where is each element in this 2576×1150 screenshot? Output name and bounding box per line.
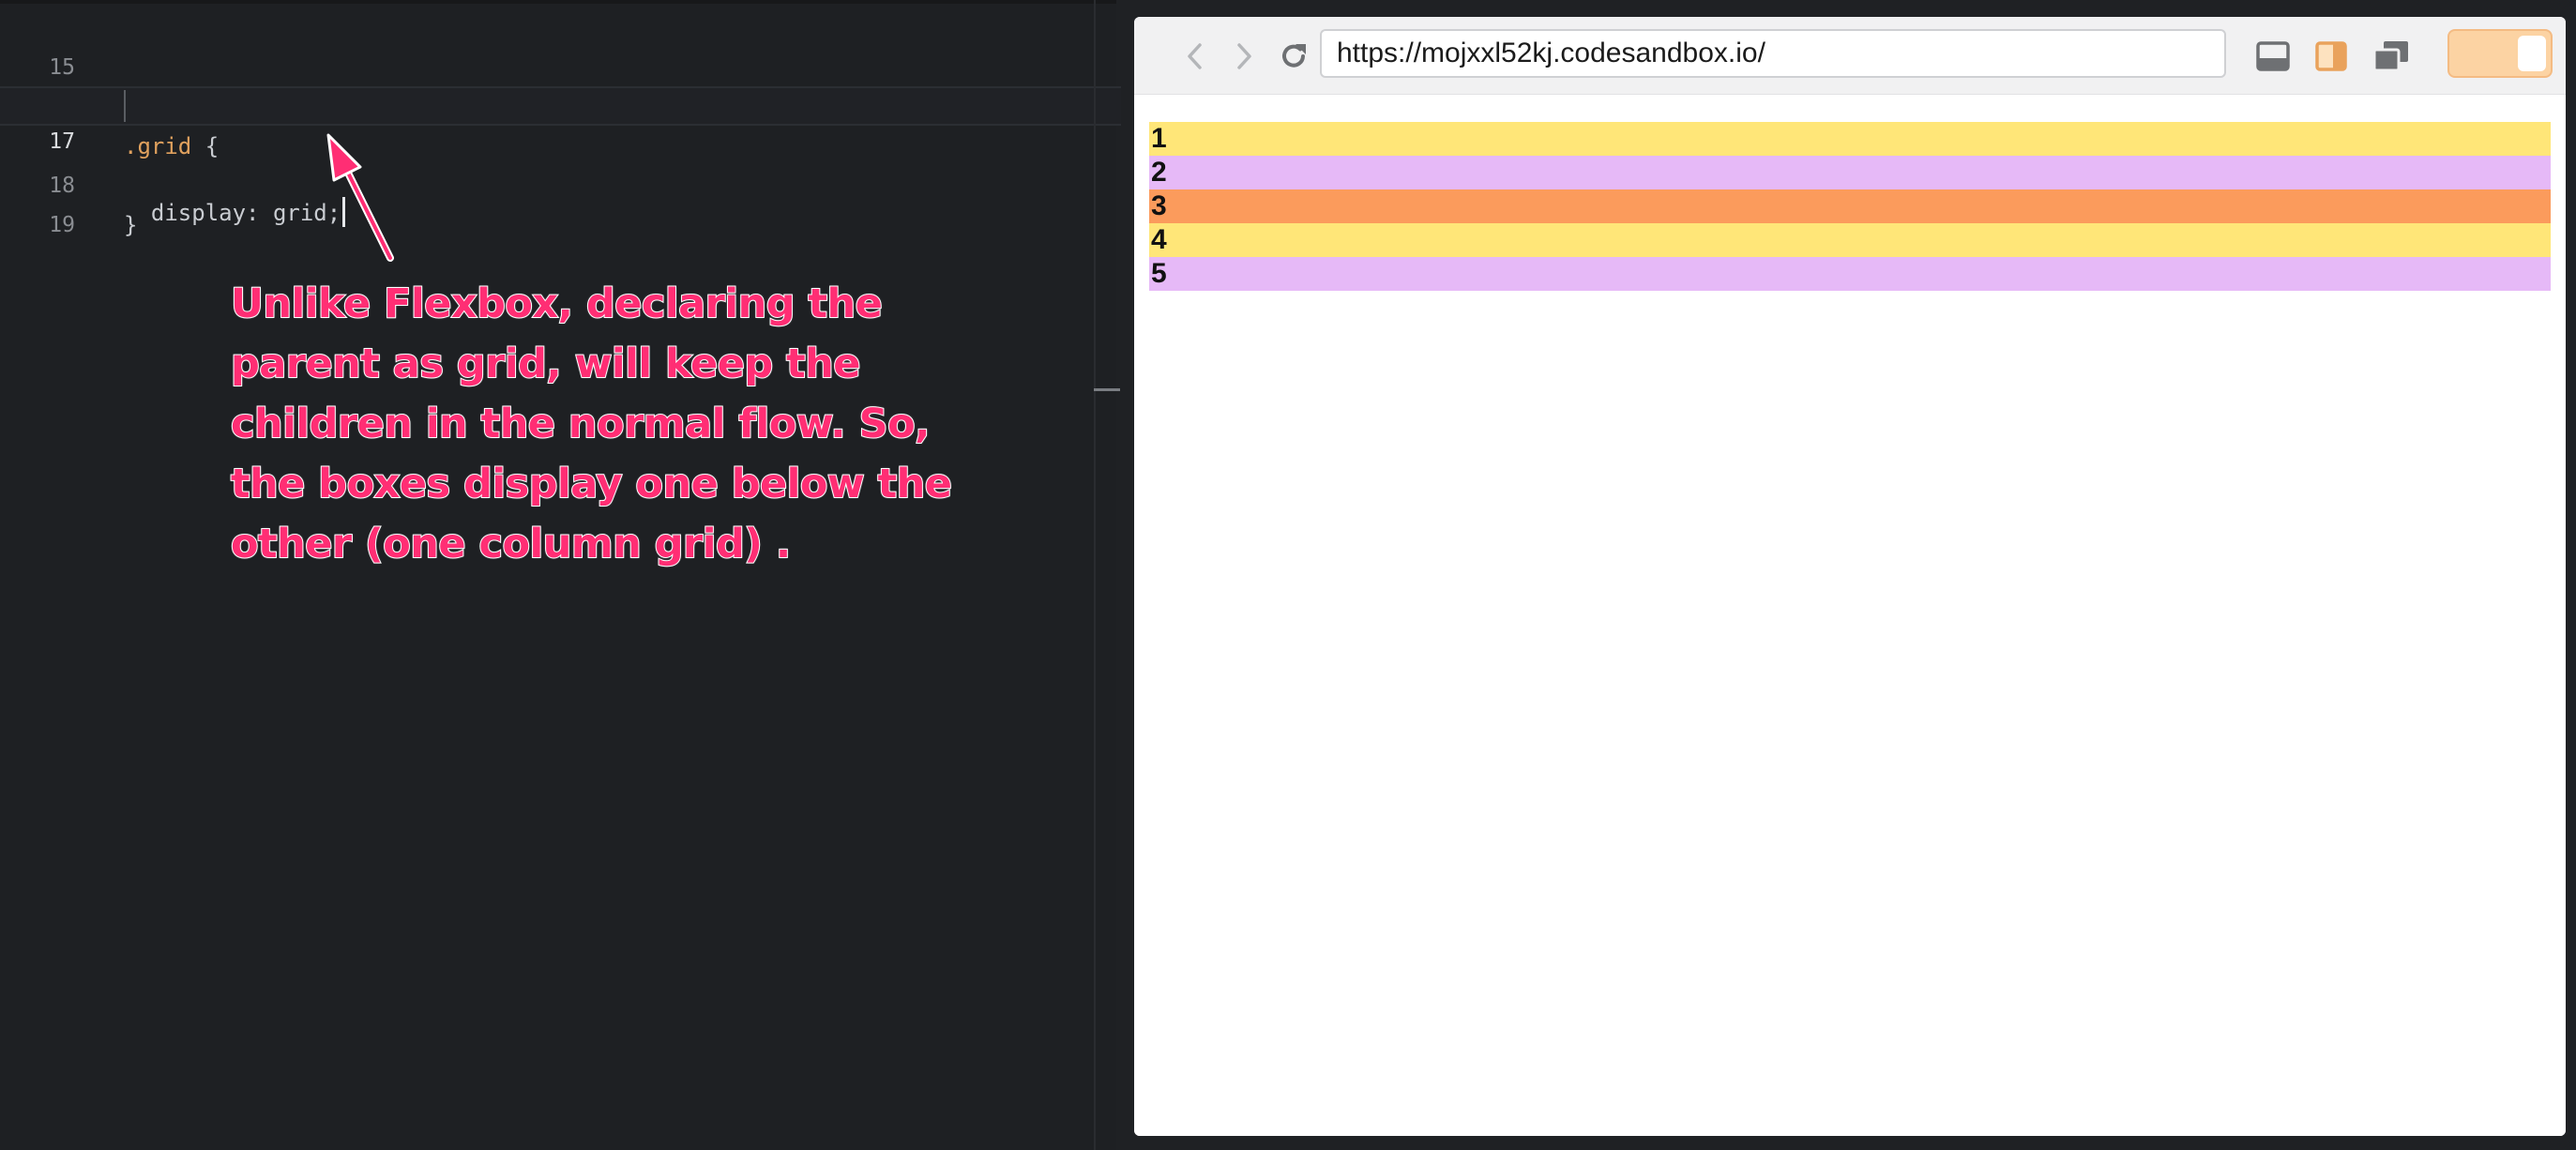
grid-item: 3: [1149, 189, 2551, 223]
code-editor-pane[interactable]: 15 16 .grid { 17 display: grid; 18 } 19 …: [0, 0, 1121, 1150]
code-text: }: [124, 212, 138, 238]
editor-top-edge: [0, 0, 1116, 4]
layout-bottom-button[interactable]: [2252, 38, 2294, 75]
toggle-switch[interactable]: [2447, 29, 2553, 78]
panel-side-icon: [2315, 41, 2347, 71]
line-number: 19: [49, 213, 75, 237]
chevron-right-icon: [1237, 43, 1251, 69]
panel-bottom-icon: [2256, 41, 2290, 71]
pane-resize-handle[interactable]: [1094, 388, 1120, 391]
forward-button[interactable]: [1225, 38, 1263, 75]
pane-divider[interactable]: [1094, 0, 1096, 1150]
grid-item: 2: [1149, 156, 2551, 189]
grid-item: 4: [1149, 223, 2551, 257]
grid-item: 1: [1149, 122, 2551, 156]
layout-side-button[interactable]: [2311, 38, 2352, 75]
code-line-17-active[interactable]: 17 display: grid;: [0, 86, 1121, 227]
annotation-arrow: [326, 133, 394, 262]
back-button[interactable]: [1176, 38, 1214, 75]
code-line-19[interactable]: 19: [0, 166, 1121, 237]
browser-preview: 12345: [1134, 17, 2566, 1136]
reload-button[interactable]: [1275, 38, 1312, 75]
indent-guide: [124, 90, 126, 122]
new-window-icon: [2372, 41, 2408, 72]
url-input[interactable]: [1320, 29, 2226, 78]
chevron-left-icon: [1188, 43, 1202, 69]
browser-toolbar: [1134, 17, 2566, 95]
toggle-knob: [2518, 36, 2546, 71]
new-window-button[interactable]: [2371, 38, 2412, 75]
preview-viewport: 12345: [1134, 95, 2566, 1136]
reload-icon: [1282, 44, 1306, 68]
code-line-16[interactable]: 16 .grid {: [0, 48, 1121, 159]
annotation-text: Unlike Flexbox, declaring the parent as …: [230, 280, 953, 568]
code-line-15[interactable]: 15: [0, 8, 1121, 80]
grid-item: 5: [1149, 257, 2551, 291]
code-line-18[interactable]: 18 }: [0, 127, 1121, 238]
grid-container: 12345: [1149, 122, 2551, 291]
